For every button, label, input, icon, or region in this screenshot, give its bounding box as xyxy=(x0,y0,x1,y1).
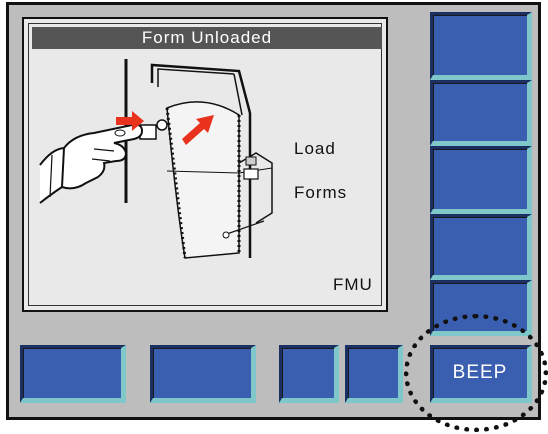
instruction-load: Load xyxy=(294,139,336,158)
softkey-right-5[interactable] xyxy=(430,280,532,336)
softkey-right-4[interactable] xyxy=(430,214,532,280)
softkey-right-3[interactable] xyxy=(430,146,532,214)
softkey-bottom-4[interactable] xyxy=(345,345,403,403)
softkey-bottom-2[interactable] xyxy=(150,345,256,403)
softkey-right-1[interactable] xyxy=(430,12,532,80)
instruction-forms: Forms xyxy=(294,183,348,202)
softkey-right-5-label xyxy=(433,283,527,331)
softkey-right-4-label xyxy=(433,217,527,275)
softkey-bottom-1-label xyxy=(23,348,121,398)
status-code: FMU xyxy=(333,275,373,294)
softkey-right-2-label xyxy=(433,83,527,141)
softkey-bottom-2-label xyxy=(153,348,251,398)
softkey-right-3-label xyxy=(433,149,527,209)
screen-title: Form Unloaded xyxy=(32,27,382,49)
softkey-right-1-label xyxy=(433,15,527,75)
softkey-right-2[interactable] xyxy=(430,80,532,146)
softkey-bottom-3[interactable] xyxy=(279,345,339,403)
lcd-display: Form Unloaded Load Forms FMU xyxy=(22,17,388,312)
load-forms-illustration-icon xyxy=(39,59,273,259)
beep-button-label: BEEP xyxy=(452,362,508,383)
softkey-bottom-1[interactable] xyxy=(20,345,126,403)
softkey-bottom-3-label xyxy=(282,348,334,398)
softkey-bottom-4-label xyxy=(348,348,398,398)
beep-button[interactable]: BEEP xyxy=(430,345,532,403)
